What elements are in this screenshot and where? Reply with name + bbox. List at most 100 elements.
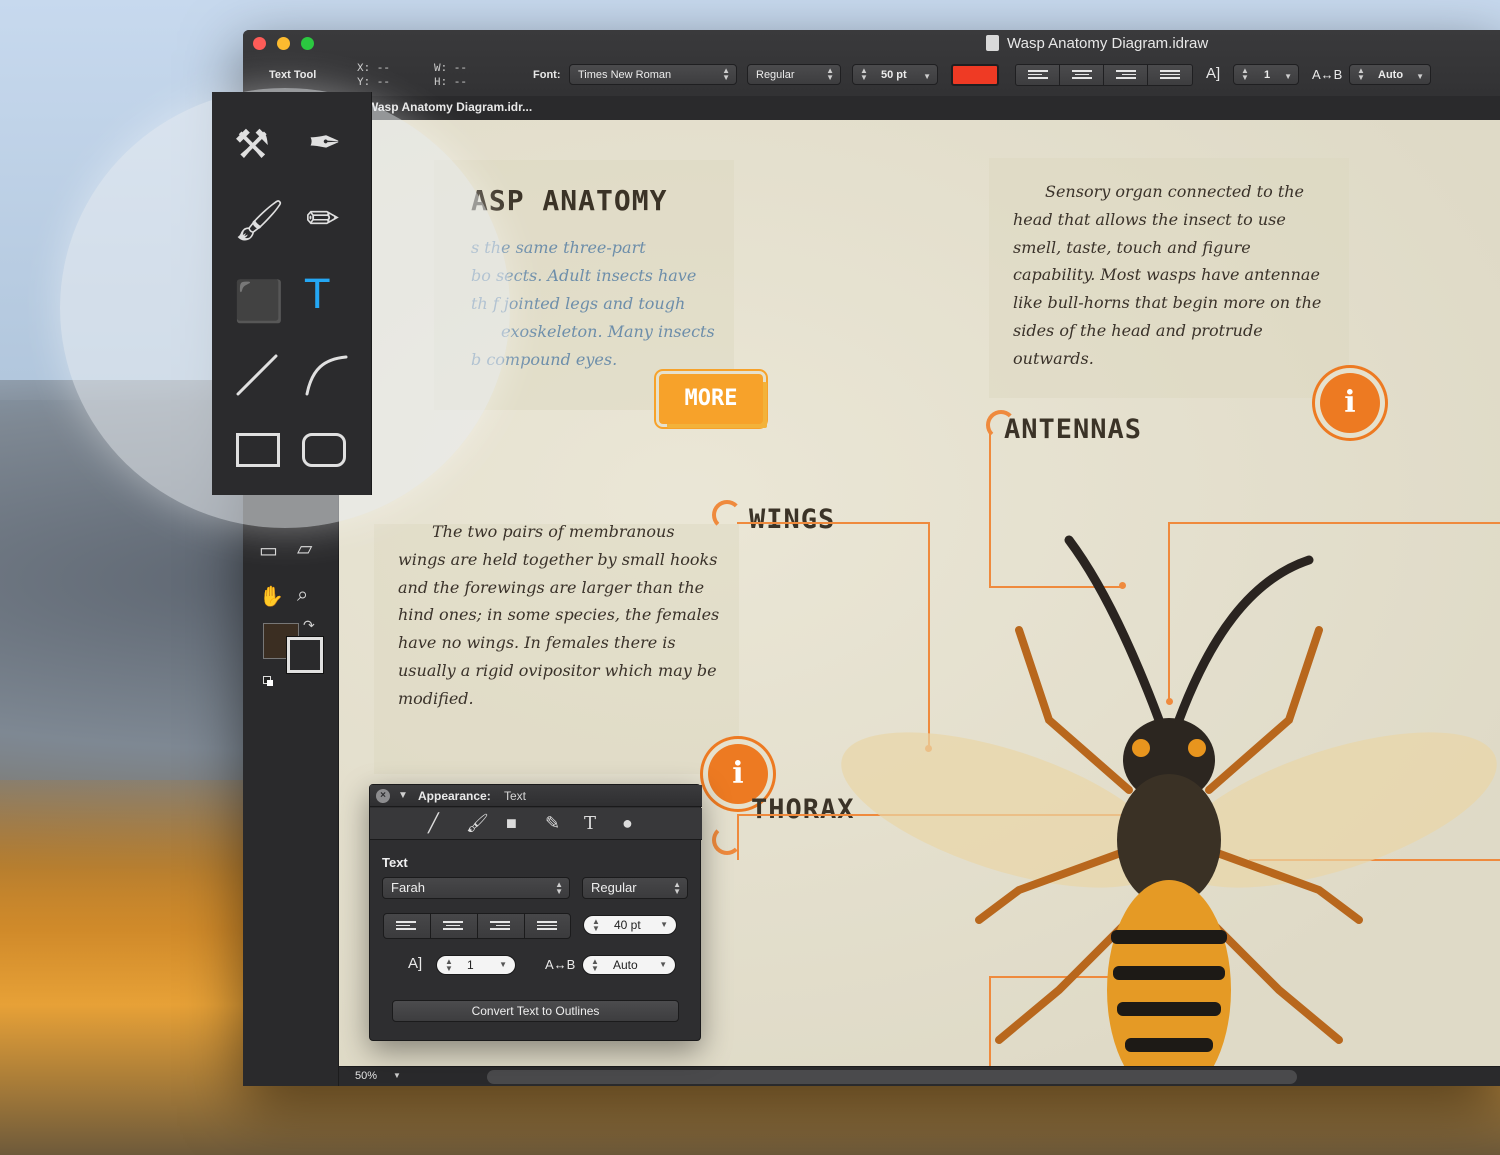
align-right-button[interactable]: [1104, 65, 1148, 85]
chevron-down-icon[interactable]: ▼: [499, 960, 507, 969]
rectangle-tool-icon[interactable]: [236, 433, 280, 467]
popup-arrows-icon: ▲ ▼: [826, 66, 834, 82]
panel-kerning-icon: A↔B: [545, 957, 576, 972]
antennas-line-2: head that allows the insect to use: [1013, 209, 1286, 229]
chevron-down-icon[interactable]: ▼: [1284, 70, 1292, 84]
stepper-icon[interactable]: ▲ ▼: [1357, 67, 1365, 82]
skew-tool-icon[interactable]: ▱: [297, 536, 312, 561]
text-tool-icon[interactable]: T: [305, 272, 329, 318]
kerning-combo[interactable]: ▲ ▼ Auto ▼: [1349, 64, 1431, 85]
stepper-icon[interactable]: ▲ ▼: [592, 918, 600, 933]
chevron-down-icon[interactable]: ▼: [393, 1071, 401, 1080]
chevron-down-icon[interactable]: ▼: [660, 920, 668, 929]
stroke-mode-icon[interactable]: ╱: [428, 813, 439, 834]
convert-text-to-outlines-button[interactable]: Convert Text to Outlines: [392, 1000, 679, 1022]
stepper-icon[interactable]: ▲ ▼: [1241, 67, 1249, 82]
line-spacing-value: 1: [1264, 69, 1271, 81]
swap-colors-icon[interactable]: ↷: [303, 617, 315, 634]
rounded-rectangle-tool-icon[interactable]: [302, 433, 346, 467]
panel-font-style-select[interactable]: Regular ▲ ▼: [582, 877, 688, 899]
wings-line-4: hind ones; in some species, the females: [398, 605, 720, 625]
panel-justify-button[interactable]: [525, 914, 572, 938]
minimize-window-button[interactable]: [277, 37, 290, 50]
chevron-down-icon[interactable]: ▼: [659, 960, 667, 969]
font-size-combo[interactable]: ▲ ▼ 50 pt ▼: [852, 64, 938, 85]
antennas-line-4: capability. Most wasps have antennae: [1013, 265, 1320, 285]
panel-line-spacing-value: 1: [467, 958, 474, 972]
panel-kerning-value: Auto: [613, 958, 638, 972]
wasp-illustration[interactable]: [829, 520, 1500, 1066]
zoom-window-button[interactable]: [301, 37, 314, 50]
kerning-value: Auto: [1378, 69, 1404, 81]
panel-align-center-button[interactable]: [431, 914, 478, 938]
align-center-button[interactable]: [1060, 65, 1104, 85]
appearance-mode-bar: ╱ 🖌 ■ ✎ T ●: [370, 808, 702, 840]
brush-tool-icon[interactable]: 🖌: [234, 197, 285, 244]
intro-text-4[interactable]: exoskeleton. Many insects: [501, 318, 715, 346]
brush-mode-icon[interactable]: 🖌: [466, 813, 489, 834]
fill-mode-icon[interactable]: ■: [506, 813, 517, 834]
antennas-line-3: smell, taste, touch and figure: [1013, 237, 1251, 257]
disclosure-triangle-icon[interactable]: ▼: [398, 790, 408, 801]
stroke-color-swatch[interactable]: [286, 636, 324, 674]
wings-text[interactable]: The two pairs of membranous wings are he…: [398, 518, 719, 713]
arc-tool-icon[interactable]: [304, 354, 348, 396]
justify-icon: [1160, 70, 1180, 80]
zoom-tool-icon[interactable]: ⌕: [297, 584, 308, 607]
kerning-icon: A↔B: [1312, 67, 1343, 82]
node-tool-icon[interactable]: ⚒: [234, 122, 270, 168]
more-button[interactable]: MORE: [659, 374, 763, 424]
default-colors-white-icon: [267, 680, 273, 686]
eraser-tool-icon[interactable]: ⬛: [234, 278, 284, 325]
wings-heading[interactable]: WINGS: [749, 504, 835, 535]
antennas-heading[interactable]: ANTENNAS: [1004, 414, 1142, 445]
popup-arrows-icon: ▲ ▼: [722, 66, 730, 82]
panel-font-style-value: Regular: [591, 880, 637, 895]
window-title: Wasp Anatomy Diagram.idraw: [1007, 35, 1209, 52]
panel-line-spacing-combo[interactable]: ▲ ▼ 1 ▼: [436, 955, 516, 975]
wings-line-6: usually a rigid ovipositor which may be: [398, 660, 717, 680]
w-readout: W: --: [434, 63, 468, 75]
stepper-icon[interactable]: ▲ ▼: [445, 958, 453, 973]
current-tool-label: Text Tool: [269, 69, 317, 81]
horizontal-scrollbar[interactable]: [487, 1070, 1297, 1084]
font-family-value: Times New Roman: [578, 69, 672, 81]
line-tool-icon[interactable]: [236, 354, 278, 396]
panel-font-family-select[interactable]: Farah ▲ ▼: [382, 877, 570, 899]
zoom-level[interactable]: 50%: [355, 1070, 377, 1082]
panel-font-size-combo[interactable]: ▲ ▼ 40 pt ▼: [583, 915, 677, 935]
stepper-icon[interactable]: ▲ ▼: [591, 958, 599, 973]
intro-heading[interactable]: ASP ANATOMY: [471, 184, 667, 217]
chevron-down-icon[interactable]: ▼: [1416, 70, 1424, 84]
eraser-mode-icon[interactable]: ✎: [545, 813, 560, 834]
align-right-icon: [1116, 70, 1136, 80]
justify-button[interactable]: [1148, 65, 1192, 85]
pen-tool-icon[interactable]: ✒: [308, 120, 342, 166]
panel-align-left-button[interactable]: [384, 914, 431, 938]
thorax-leader-line-v: [737, 814, 739, 860]
text-mode-icon[interactable]: T: [584, 813, 596, 834]
close-icon[interactable]: ×: [376, 789, 390, 803]
align-left-button[interactable]: [1016, 65, 1060, 85]
antennas-line-1: Sensory organ connected to the: [1045, 182, 1305, 201]
antennas-info-badge[interactable]: i: [1320, 373, 1380, 433]
document-tab[interactable]: Wasp Anatomy Diagram.idr...: [367, 100, 532, 114]
align-left-icon: [1028, 70, 1048, 80]
panel-kerning-combo[interactable]: ▲ ▼ Auto ▼: [582, 955, 676, 975]
antennas-text[interactable]: Sensory organ connected to the head that…: [1013, 178, 1321, 373]
stepper-icon[interactable]: ▲ ▼: [860, 67, 868, 82]
pencil-tool-icon[interactable]: ✏: [306, 196, 340, 242]
font-style-select[interactable]: Regular ▲ ▼: [747, 64, 841, 85]
shadow-mode-icon[interactable]: ●: [622, 813, 633, 834]
panel-align-right-button[interactable]: [478, 914, 525, 938]
antennas-line-5: like bull-horns that begin more on the: [1013, 293, 1322, 313]
wings-line-7: modified.: [398, 688, 474, 708]
frame-tool-icon[interactable]: ▭: [259, 538, 278, 563]
text-color-well[interactable]: [951, 64, 999, 86]
popup-arrows-icon: ▲ ▼: [673, 880, 681, 896]
chevron-down-icon[interactable]: ▼: [923, 70, 931, 84]
close-window-button[interactable]: [253, 37, 266, 50]
font-family-select[interactable]: Times New Roman ▲ ▼: [569, 64, 737, 85]
hand-tool-icon[interactable]: ✋: [259, 584, 284, 609]
line-spacing-combo[interactable]: ▲ ▼ 1 ▼: [1233, 64, 1299, 85]
